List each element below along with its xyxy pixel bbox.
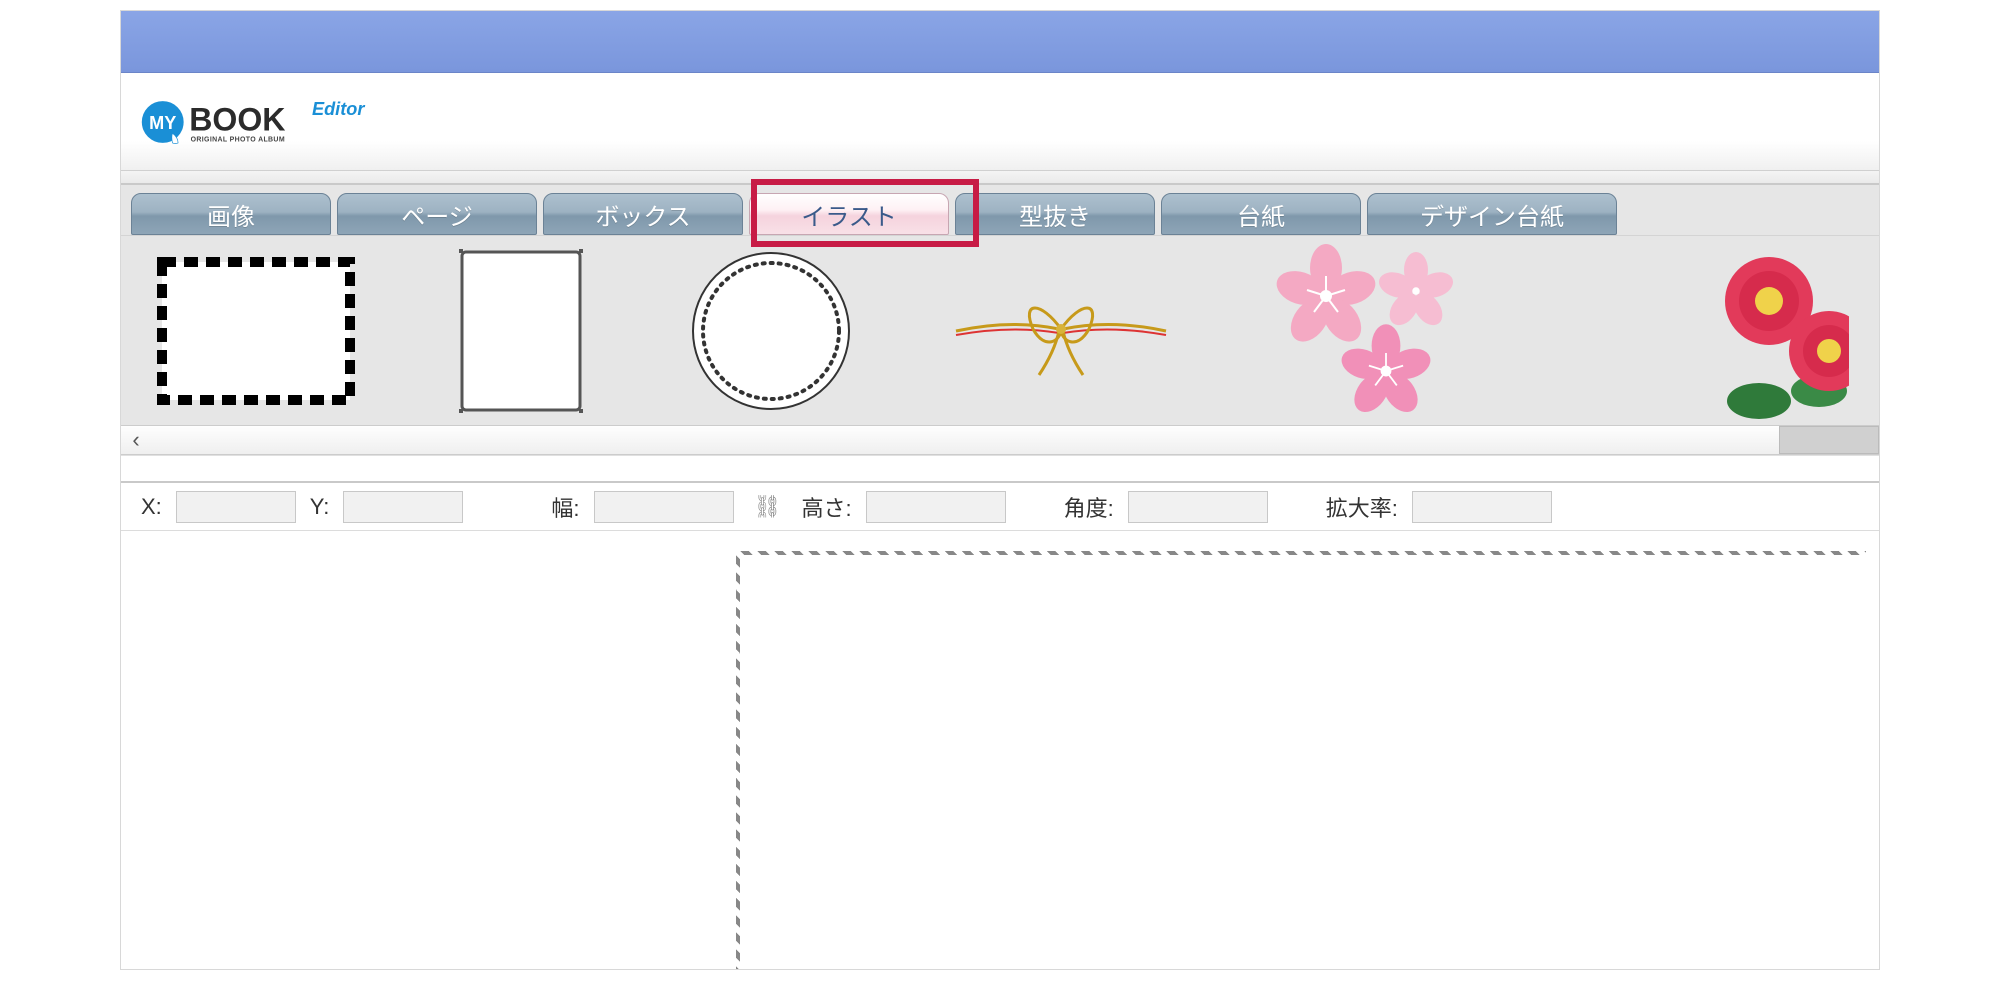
illustration-panel (121, 235, 1879, 425)
scrollbar-thumb[interactable] (1779, 426, 1879, 454)
mybook-editor-logo: MY BOOK Editor ORIGINAL PHOTO ALBUM (139, 87, 439, 157)
prop-angle-label: 角度: (1064, 491, 1114, 523)
logo-bar: MY BOOK Editor ORIGINAL PHOTO ALBUM (121, 73, 1879, 171)
tab-image[interactable]: 画像 (131, 193, 331, 235)
logo-tagline-text: ORIGINAL PHOTO ALBUM (191, 136, 285, 143)
separator-bar (121, 455, 1879, 483)
tab-diecut[interactable]: 型抜き (955, 193, 1155, 235)
properties-row: X: Y: 幅: ⛓ 高さ: 角度: 拡大率: (121, 483, 1879, 531)
link-aspect-icon[interactable]: ⛓ (748, 494, 788, 520)
tab-design-mount[interactable]: デザイン台紙 (1367, 193, 1617, 235)
prop-zoom-label: 拡大率: (1326, 491, 1398, 523)
toolbar-spacer (121, 171, 1879, 185)
app-window: MY BOOK Editor ORIGINAL PHOTO ALBUM 画像 ペ… (120, 10, 1880, 970)
illust-item-thin-rect[interactable] (451, 251, 591, 411)
tab-illust[interactable]: イラスト (749, 193, 949, 235)
prop-height-input[interactable] (866, 491, 1006, 523)
tabs-row: 画像 ページ ボックス イラスト 型抜き 台紙 デザイン台紙 (121, 185, 1879, 235)
prop-y-label: Y: (310, 494, 330, 520)
scroll-left-button[interactable]: ‹ (121, 426, 151, 454)
illust-item-sakura[interactable] (1261, 251, 1481, 411)
prop-angle-input[interactable] (1128, 491, 1268, 523)
logo-main-text: BOOK (189, 101, 285, 137)
prop-y-input[interactable] (343, 491, 463, 523)
tab-box[interactable]: ボックス (543, 193, 743, 235)
prop-zoom-input[interactable] (1412, 491, 1552, 523)
prop-x-input[interactable] (176, 491, 296, 523)
prop-width-label: 幅: (551, 491, 579, 523)
illust-item-gold-ribbon[interactable] (951, 251, 1171, 411)
tabs-panel-container: 画像 ページ ボックス イラスト 型抜き 台紙 デザイン台紙 (121, 185, 1879, 455)
canvas-area[interactable] (121, 531, 1879, 970)
prop-height-label: 高さ: (801, 491, 851, 523)
illust-scrollbar[interactable]: ‹ (121, 425, 1879, 455)
illust-item-camellia[interactable] (1699, 251, 1849, 411)
title-bar (121, 11, 1879, 73)
page-preview[interactable] (736, 551, 1866, 970)
tab-mount[interactable]: 台紙 (1161, 193, 1361, 235)
prop-width-input[interactable] (594, 491, 734, 523)
outer-frame: MY BOOK Editor ORIGINAL PHOTO ALBUM 画像 ペ… (0, 0, 2001, 1001)
logo-badge-text: MY (149, 112, 176, 132)
tab-page[interactable]: ページ (337, 193, 537, 235)
illust-item-dotted-circle[interactable] (681, 251, 861, 411)
logo-sub-text: Editor (312, 99, 365, 119)
illust-item-dashed-rect[interactable] (151, 251, 361, 411)
prop-x-label: X: (141, 494, 162, 520)
